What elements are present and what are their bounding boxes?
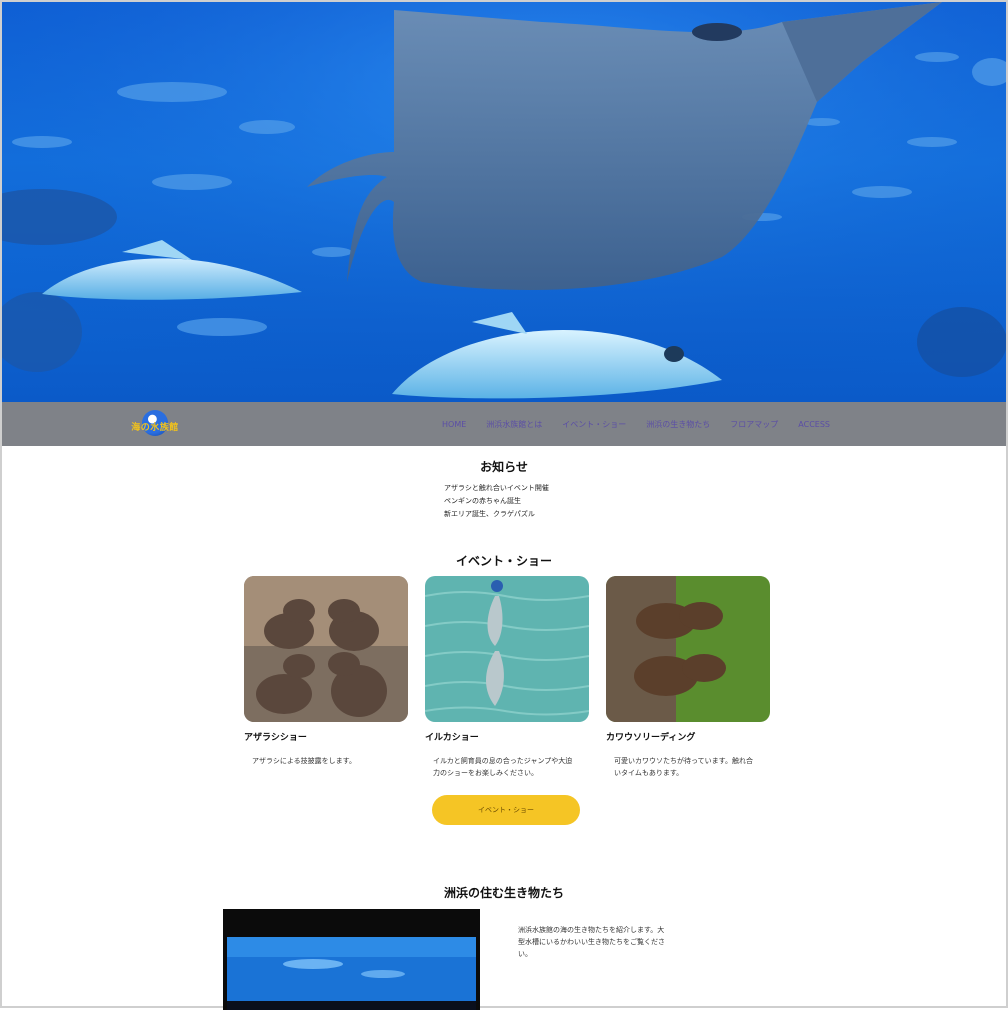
nav-links: HOME 洲浜水族館とは イベント・ショー 洲浜の生き物たち フロアマップ AC… <box>442 402 830 446</box>
hero-illustration <box>2 2 1006 402</box>
nav-events[interactable]: イベント・ショー <box>562 419 626 430</box>
dolphin-photo <box>425 576 589 722</box>
news-list: アザラシと触れ合いイベント開催 ペンギンの赤ちゃん誕生 新エリア誕生、クラゲパズ… <box>444 482 644 521</box>
nav-home[interactable]: HOME <box>442 420 466 429</box>
news-title: お知らせ <box>480 460 528 474</box>
card-description: アザラシによる技披露をします。 <box>252 757 356 765</box>
card-title: カワウソリーディング <box>606 733 696 743</box>
events-title: イベント・ショー <box>455 554 552 568</box>
card-title: イルカショー <box>425 733 479 743</box>
creatures-description: 洲浜水族館の海の生き物たちを紹介します。大型水槽にいるかわいい生き物たちをご覧く… <box>518 926 665 958</box>
aquarium-tank-photo <box>223 909 480 1010</box>
news-item[interactable]: アザラシと触れ合いイベント開催 <box>444 482 644 495</box>
seal-photo <box>244 576 408 722</box>
card-title: アザラシショー <box>244 733 307 743</box>
creatures-title: 洲浜の住む生き物たち <box>443 886 564 900</box>
hero-image <box>2 2 1006 402</box>
nav-creatures[interactable]: 洲浜の生き物たち <box>646 419 710 430</box>
events-button[interactable]: イベント・ショー <box>432 795 580 825</box>
logo-text: 海の水族館 <box>131 423 179 433</box>
main-nav: 海の水族館 HOME 洲浜水族館とは イベント・ショー 洲浜の生き物たち フロア… <box>2 402 1006 446</box>
nav-floor-map[interactable]: フロアマップ <box>730 419 778 430</box>
card-description: 可愛いカワウソたちが待っています。触れ合いタイムもあります。 <box>614 757 753 777</box>
nav-access[interactable]: ACCESS <box>798 420 830 429</box>
event-card-dolphin[interactable]: イルカショー イルカと飼育員の息の合ったジャンプや大迫力のショーをお楽しみくださ… <box>425 576 589 779</box>
site-logo[interactable]: 海の水族館 <box>120 410 190 438</box>
event-card-otter[interactable]: カワウソリーディング 可愛いカワウソたちが待っています。触れ合いタイムもあります… <box>606 576 770 779</box>
event-card-seal[interactable]: アザラシショー アザラシによる技披露をします。 <box>244 576 408 767</box>
nav-about[interactable]: 洲浜水族館とは <box>486 419 542 430</box>
news-item[interactable]: ペンギンの赤ちゃん誕生 <box>444 495 644 508</box>
news-item[interactable]: 新エリア誕生、クラゲパズル <box>444 508 644 521</box>
card-description: イルカと飼育員の息の合ったジャンプや大迫力のショーをお楽しみください。 <box>433 757 573 777</box>
otter-photo <box>606 576 770 722</box>
